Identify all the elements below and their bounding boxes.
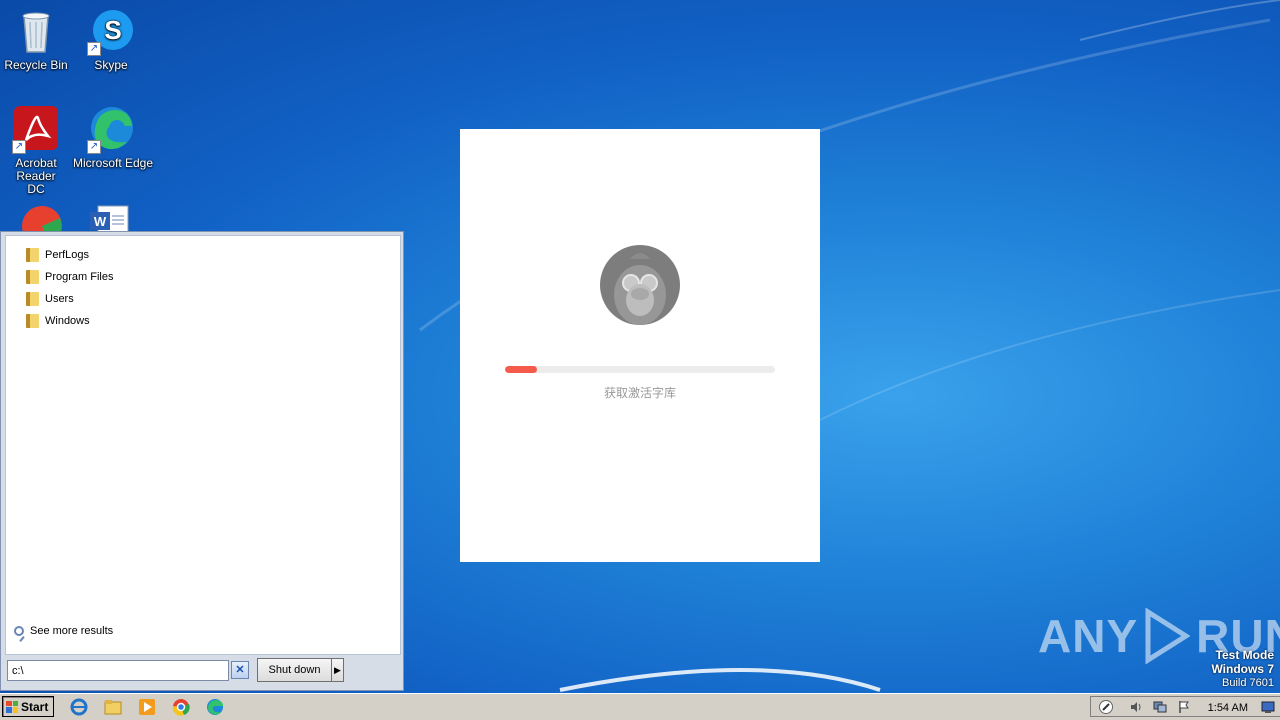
taskbar: Start 1:54 AM bbox=[0, 693, 1280, 720]
result-label: PerfLogs bbox=[45, 249, 90, 261]
shortcut-arrow-icon: ↗ bbox=[87, 42, 101, 56]
network-icon[interactable] bbox=[1153, 700, 1167, 714]
result-folder-windows[interactable]: Windows bbox=[26, 311, 90, 331]
chrome-icon[interactable] bbox=[172, 698, 190, 716]
file-explorer-icon[interactable] bbox=[104, 698, 122, 716]
watermark-left-text: ANY bbox=[1038, 610, 1139, 662]
splash-window: 获取激活字库 bbox=[460, 129, 820, 562]
result-folder-users[interactable]: Users bbox=[26, 289, 74, 309]
shutdown-options-arrow-icon[interactable]: ▶ bbox=[331, 658, 344, 682]
loading-status-text: 获取激活字库 bbox=[603, 386, 676, 400]
desktop-icon-recycle-bin[interactable]: Recycle Bin bbox=[0, 8, 74, 72]
action-center-flag-icon[interactable] bbox=[1177, 700, 1191, 714]
result-folder-perflogs[interactable]: PerfLogs bbox=[26, 245, 89, 265]
progress-bar-fill bbox=[505, 366, 538, 373]
edge-icon: ↗ bbox=[87, 106, 135, 154]
folder-icon bbox=[26, 248, 39, 262]
app-logo-parrot-icon bbox=[600, 245, 680, 325]
shortcut-arrow-icon: ↗ bbox=[87, 140, 101, 154]
result-label: Users bbox=[45, 293, 74, 305]
volume-icon[interactable] bbox=[1129, 700, 1143, 714]
shutdown-button[interactable]: Shut down bbox=[257, 658, 332, 682]
media-player-icon[interactable] bbox=[138, 698, 156, 716]
windows-version-text: Windows 7 bbox=[1211, 662, 1274, 676]
result-folder-program-files[interactable]: Program Files bbox=[26, 267, 113, 287]
loading-progress-bar bbox=[505, 366, 775, 373]
play-logo-icon bbox=[1145, 608, 1191, 664]
shortcut-arrow-icon: ↗ bbox=[12, 140, 26, 154]
skype-icon: S ↗ bbox=[87, 8, 135, 56]
desktop-icon-label: Skype bbox=[94, 58, 128, 72]
see-more-label: See more results bbox=[30, 625, 114, 637]
start-button[interactable]: Start bbox=[2, 696, 54, 717]
desktop-icon-chrome-partial[interactable] bbox=[20, 204, 64, 232]
result-label: Windows bbox=[45, 315, 90, 327]
desktop-icon-word-partial[interactable]: W bbox=[88, 204, 134, 232]
folder-icon bbox=[26, 270, 39, 284]
desktop-icon-acrobat[interactable]: ↗ Acrobat Reader DC bbox=[0, 106, 74, 196]
taskbar-clock[interactable]: 1:54 AM bbox=[1208, 702, 1248, 714]
acrobat-icon: ↗ bbox=[12, 106, 60, 154]
internet-explorer-icon[interactable] bbox=[70, 698, 88, 716]
chrome-icon bbox=[22, 206, 62, 232]
os-build-info: Test Mode Windows 7 Build 7601 bbox=[1211, 648, 1274, 690]
start-search-input[interactable] bbox=[7, 660, 229, 681]
desktop-icon-edge[interactable]: ↗ Microsoft Edge bbox=[73, 106, 154, 170]
recycle-bin-icon bbox=[12, 8, 60, 56]
search-results-panel: PerfLogs Program Files Users Windows See… bbox=[5, 235, 401, 655]
desktop-icon-skype[interactable]: S ↗ Skype bbox=[73, 8, 149, 72]
test-mode-text: Test Mode bbox=[1215, 648, 1274, 662]
desktop-icon-label: Acrobat Reader DC bbox=[15, 156, 57, 196]
svg-text:W: W bbox=[94, 214, 107, 229]
desktop-icon-label: Microsoft Edge bbox=[73, 156, 154, 170]
folder-icon bbox=[26, 292, 39, 306]
windows-logo-icon bbox=[6, 700, 18, 713]
desktop-icon-label: Recycle Bin bbox=[4, 58, 68, 72]
see-more-results-link[interactable]: See more results bbox=[14, 625, 113, 637]
svg-text:S: S bbox=[104, 15, 121, 45]
folder-icon bbox=[26, 314, 39, 328]
result-label: Program Files bbox=[45, 271, 114, 283]
show-desktop-icon[interactable] bbox=[1261, 700, 1275, 714]
pen-icon[interactable] bbox=[1099, 700, 1113, 714]
start-menu: PerfLogs Program Files Users Windows See… bbox=[0, 231, 404, 691]
word-document-icon: W bbox=[90, 205, 129, 232]
clear-search-button[interactable]: ✕ bbox=[231, 661, 249, 679]
build-number-text: Build 7601 bbox=[1222, 677, 1274, 689]
edge-icon[interactable] bbox=[206, 698, 224, 716]
system-tray: 1:54 AM bbox=[1090, 696, 1280, 717]
search-icon bbox=[14, 626, 24, 636]
start-label: Start bbox=[21, 699, 49, 714]
